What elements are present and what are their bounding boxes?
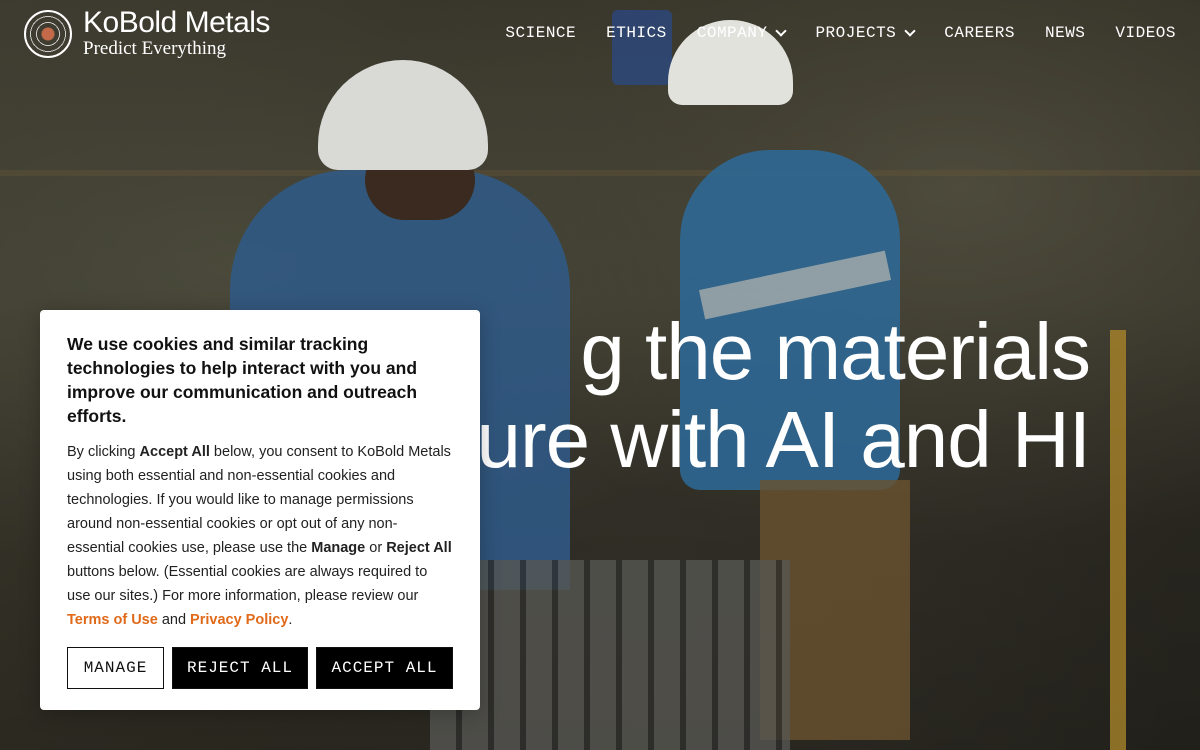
nav-item-videos[interactable]: VIDEOS xyxy=(1115,24,1176,42)
terms-of-use-link[interactable]: Terms of Use xyxy=(67,612,158,628)
site-header: KoBold Metals Predict Everything SCIENCE… xyxy=(0,0,1200,72)
kobold-logo-icon xyxy=(24,10,72,58)
core-sample-trays xyxy=(430,560,790,750)
nav-item-label: COMPANY xyxy=(696,24,768,42)
cookie-body-text: . xyxy=(288,612,293,628)
brand-name: KoBold Metals xyxy=(83,6,270,39)
nav-item-label: NEWS xyxy=(1044,24,1086,42)
accept-all-button[interactable]: ACCEPT ALL xyxy=(316,647,453,689)
manage-button[interactable]: MANAGE xyxy=(67,647,164,689)
chevron-down-icon xyxy=(775,25,788,37)
nav-item-company[interactable]: COMPANY xyxy=(696,24,788,42)
main-nav: SCIENCE ETHICS COMPANY PROJECTS CAREERS … xyxy=(475,24,1176,42)
nav-item-label: VIDEOS xyxy=(1115,24,1176,42)
reject-all-button[interactable]: REJECT ALL xyxy=(172,647,308,689)
reject-all-reference: Reject All xyxy=(386,540,452,556)
nav-item-science[interactable]: SCIENCE xyxy=(505,24,576,42)
cookie-title: We use cookies and similar tracking tech… xyxy=(67,334,418,426)
cookie-button-group: MANAGE REJECT ALL ACCEPT ALL xyxy=(67,647,453,689)
cookie-body-text: or xyxy=(365,540,387,556)
nav-item-label: CAREERS xyxy=(944,24,1015,42)
cookie-consent-dialog: We use cookies and similar tracking tech… xyxy=(40,310,480,710)
cookie-body-text: By clicking xyxy=(67,444,140,460)
cookie-body-text: and xyxy=(157,612,191,628)
accept-all-reference: Accept All xyxy=(139,444,210,460)
nav-item-label: PROJECTS xyxy=(815,24,897,42)
background-pole xyxy=(1110,330,1126,750)
chevron-down-icon xyxy=(904,25,916,37)
background-beam xyxy=(0,170,1200,176)
brand-tagline: Predict Everything xyxy=(83,38,226,59)
manage-reference: Manage xyxy=(311,540,366,556)
nav-item-ethics[interactable]: ETHICS xyxy=(606,24,667,42)
nav-item-news[interactable]: NEWS xyxy=(1045,24,1085,42)
hard-hat-left xyxy=(318,60,488,170)
nav-item-projects[interactable]: PROJECTS xyxy=(815,24,916,42)
cookie-body-text: buttons below. (Essential cookies are al… xyxy=(67,564,428,604)
brand-logo-link[interactable]: KoBold Metals Predict Everything xyxy=(24,8,270,60)
cookie-body: By clicking Accept All below, you consen… xyxy=(67,440,453,632)
privacy-policy-link[interactable]: Privacy Policy xyxy=(190,612,288,628)
nav-item-label: SCIENCE xyxy=(505,24,577,42)
nav-item-careers[interactable]: CAREERS xyxy=(944,24,1015,42)
nav-item-label: ETHICS xyxy=(606,24,667,42)
logo-text: KoBold Metals Predict Everything xyxy=(83,8,270,60)
